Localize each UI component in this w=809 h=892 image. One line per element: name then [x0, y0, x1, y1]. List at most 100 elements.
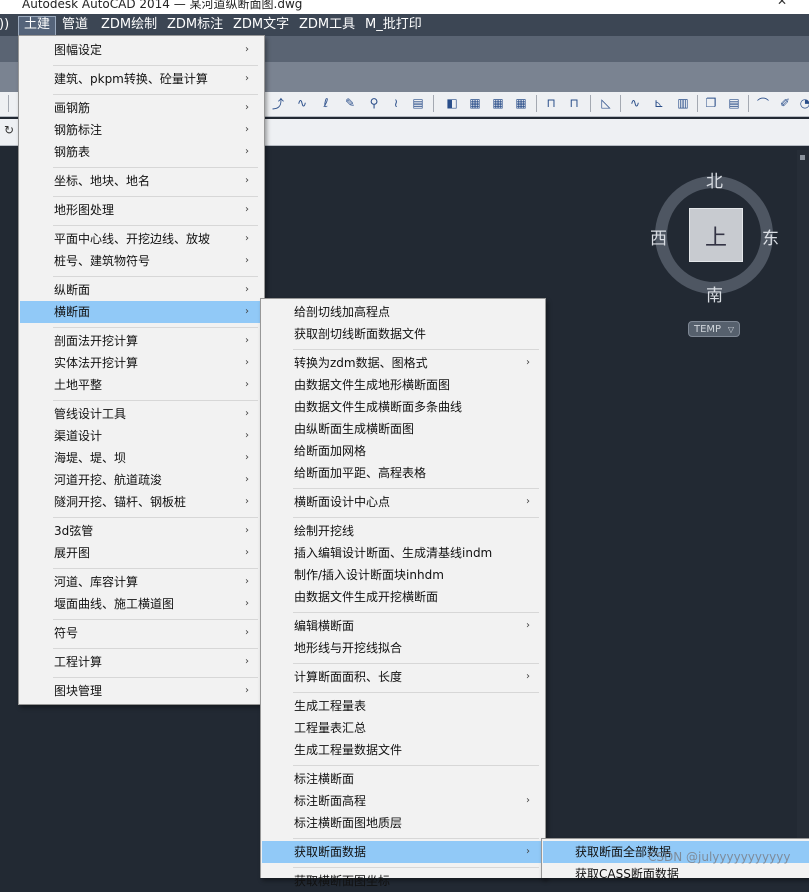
- cross-section-menu-item[interactable]: 给断面加平距、高程表格: [262, 462, 544, 484]
- chevron-right-icon: ›: [526, 620, 530, 631]
- civil-menu-item[interactable]: 横断面 ›: [20, 301, 263, 323]
- civil-menu-item-label: 桩号、建筑物符号: [54, 254, 151, 268]
- civil-menu-item[interactable]: 隧洞开挖、锚杆、钢板桩 ›: [20, 491, 263, 513]
- compass-east-label[interactable]: 东: [762, 224, 779, 249]
- chevron-right-icon: ›: [245, 685, 249, 696]
- civil-menu-item[interactable]: 钢筋表 ›: [20, 141, 263, 163]
- section-data-menu-item[interactable]: 获取CASS断面数据: [543, 863, 809, 885]
- menubar-item-zdm-text[interactable]: ZDM文字: [228, 16, 294, 34]
- cross-section-menu-item[interactable]: 地形线与开挖线拟合: [262, 637, 544, 659]
- menubar-item-civil[interactable]: 土建: [18, 16, 57, 36]
- chevron-right-icon: ›: [245, 124, 249, 135]
- sheet-tool-icon[interactable]: ▤: [726, 95, 742, 111]
- spline-tool-icon[interactable]: ℓ: [318, 95, 334, 111]
- compass-west-label[interactable]: 西: [650, 224, 667, 249]
- cross-section-menu-item[interactable]: 标注断面高程 ›: [262, 790, 544, 812]
- grid3-tool-icon[interactable]: ▦: [513, 95, 529, 111]
- cross-section-menu-item[interactable]: 制作/插入设计断面块inhdm: [262, 564, 544, 586]
- civil-menu-item[interactable]: 纵断面 ›: [20, 279, 263, 301]
- civil-menu-item[interactable]: 剖面法开挖计算 ›: [20, 330, 263, 352]
- ruler-tool-icon[interactable]: ⊓: [543, 95, 559, 111]
- cross-section-menu-item[interactable]: 由数据文件生成地形横断面图: [262, 374, 544, 396]
- cross-section-menu-item-label: 绘制开挖线: [294, 524, 355, 538]
- viewcube-top-face[interactable]: 上: [689, 208, 743, 262]
- civil-menu-item[interactable]: 实体法开挖计算 ›: [20, 352, 263, 374]
- table-tool-icon[interactable]: ▤: [410, 95, 426, 111]
- civil-menu-item[interactable]: 展开图 ›: [20, 542, 263, 564]
- menubar-item-zdm-annot[interactable]: ZDM标注: [162, 16, 228, 34]
- civil-menu-item[interactable]: 图块管理 ›: [20, 680, 263, 702]
- civil-menu-item[interactable]: 海堤、堤、坝 ›: [20, 447, 263, 469]
- cross-section-menu-item[interactable]: 由数据文件生成横断面多条曲线: [262, 396, 544, 418]
- civil-menu-item[interactable]: 河道开挖、航道疏浚 ›: [20, 469, 263, 491]
- cross-section-menu-item[interactable]: 获取剖切线断面数据文件: [262, 323, 544, 345]
- civil-menu-item[interactable]: 建筑、pkpm转换、砼量计算 ›: [20, 68, 263, 90]
- refresh-icon[interactable]: ↻: [1, 122, 17, 138]
- cross-section-menu-item[interactable]: 给剖切线加高程点: [262, 301, 544, 323]
- menu-bar: )) 土建 管道 ZDM绘制 ZDM标注 ZDM文字 ZDM工具 M_批打印: [0, 14, 809, 36]
- cross-section-menu-item-label: 横断面设计中心点: [294, 495, 391, 509]
- grid-tool-icon[interactable]: ▦: [467, 95, 483, 111]
- cross-section-menu-item[interactable]: 标注横断面图地质层: [262, 812, 544, 834]
- civil-menu-item[interactable]: 符号 ›: [20, 622, 263, 644]
- cross-section-menu-item[interactable]: 工程量表汇总: [262, 717, 544, 739]
- civil-menu-item[interactable]: 土地平整 ›: [20, 374, 263, 396]
- menubar-item-pipe[interactable]: 管道: [57, 16, 93, 34]
- chevron-right-icon: ›: [245, 496, 249, 507]
- extra-tool-icon[interactable]: ◔: [797, 95, 809, 111]
- cross-section-menu-item[interactable]: 绘制开挖线: [262, 520, 544, 542]
- cross-section-menu-item[interactable]: 横断面设计中心点 ›: [262, 491, 544, 513]
- slope-tool-icon[interactable]: ◺: [598, 95, 614, 111]
- compass-north-label[interactable]: 北: [706, 167, 723, 192]
- cross-section-menu-item[interactable]: 给断面加网格: [262, 440, 544, 462]
- cross-section-menu-item[interactable]: 计算断面面积、长度 ›: [262, 666, 544, 688]
- pen-tool-icon[interactable]: ✎: [342, 95, 358, 111]
- polyline-tool-icon[interactable]: ⤴: [270, 95, 286, 111]
- cross-section-menu-item[interactable]: 转换为zdm数据、图格式 ›: [262, 352, 544, 374]
- curve-tool-icon[interactable]: ∿: [294, 95, 310, 111]
- menubar-item-zdm-tools[interactable]: ZDM工具: [294, 16, 360, 34]
- grid2-tool-icon[interactable]: ▦: [490, 95, 506, 111]
- graph-tool-icon[interactable]: ⌒: [755, 95, 771, 111]
- civil-menu-item[interactable]: 工程计算 ›: [20, 651, 263, 673]
- civil-menu-item[interactable]: 渠道设计 ›: [20, 425, 263, 447]
- civil-menu-item[interactable]: 地形图处理 ›: [20, 199, 263, 221]
- civil-menu-item[interactable]: 河道、库容计算 ›: [20, 571, 263, 593]
- cross-section-menu-item[interactable]: 标注横断面: [262, 768, 544, 790]
- ucs-dropdown[interactable]: TEMP ▽: [688, 321, 740, 337]
- cross-section-menu-item[interactable]: 生成工程量表: [262, 695, 544, 717]
- compass-south-label[interactable]: 南: [706, 281, 723, 306]
- ruler2-tool-icon[interactable]: ⊓: [566, 95, 582, 111]
- section-tool-icon[interactable]: ∿: [627, 95, 643, 111]
- cross-section-menu-item[interactable]: 由纵断面生成横断面图: [262, 418, 544, 440]
- close-icon[interactable]: ✕: [777, 0, 787, 8]
- civil-menu-item[interactable]: 堰面曲线、施工横道图 ›: [20, 593, 263, 615]
- civil-menu-item[interactable]: 画钢筋 ›: [20, 97, 263, 119]
- panel-tool-icon[interactable]: ◧: [444, 95, 460, 111]
- menubar-item-prev[interactable]: )): [0, 16, 14, 34]
- cross-section-menu-item[interactable]: 由数据文件生成开挖横断面: [262, 586, 544, 608]
- civil-menu-item[interactable]: 管线设计工具 ›: [20, 403, 263, 425]
- civil-menu-item-label: 坐标、地块、地名: [54, 174, 151, 188]
- civil-menu-item[interactable]: 桩号、建筑物符号 ›: [20, 250, 263, 272]
- cross-section-menu-item[interactable]: 插入编辑设计断面、生成清基线indm: [262, 542, 544, 564]
- cross-section-menu-item[interactable]: 编辑横断面 ›: [262, 615, 544, 637]
- civil-menu-item[interactable]: 钢筋标注 ›: [20, 119, 263, 141]
- civil-menu-item[interactable]: 平面中心线、开挖边线、放坡 ›: [20, 228, 263, 250]
- cross-section-menu-item[interactable]: 生成工程量数据文件: [262, 739, 544, 761]
- cross-section-menu-item[interactable]: 获取横断面图坐标: [262, 870, 544, 892]
- search-tool-icon[interactable]: ⚲: [366, 95, 382, 111]
- menubar-item-batch-print[interactable]: M_批打印: [360, 16, 427, 34]
- chart-tool-icon[interactable]: ⊾: [651, 95, 667, 111]
- civil-menu-item[interactable]: 图幅设定 ›: [20, 39, 263, 61]
- chevron-right-icon: ›: [245, 452, 249, 463]
- civil-menu-item-label: 展开图: [54, 546, 91, 560]
- civil-menu-item[interactable]: 3d弦管 ›: [20, 520, 263, 542]
- bars-tool-icon[interactable]: ▥: [675, 95, 691, 111]
- wave-tool-icon[interactable]: ≀: [388, 95, 404, 111]
- menubar-item-zdm-draw[interactable]: ZDM绘制: [96, 16, 162, 34]
- cross-section-menu-item[interactable]: 获取断面数据 ›: [262, 841, 544, 863]
- civil-menu-item[interactable]: 坐标、地块、地名 ›: [20, 170, 263, 192]
- brush-tool-icon[interactable]: ✐: [777, 95, 793, 111]
- copy-tool-icon[interactable]: ❐: [703, 95, 719, 111]
